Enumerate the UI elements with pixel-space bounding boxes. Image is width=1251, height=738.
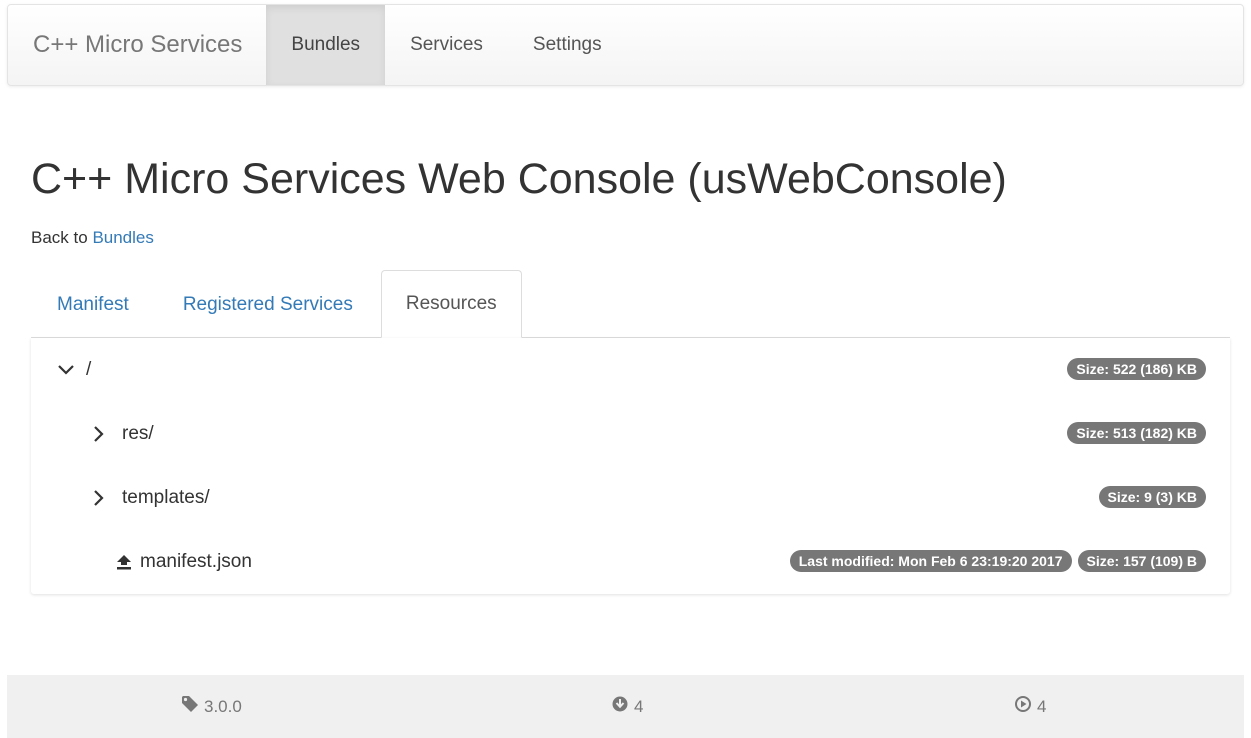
tree-node-name: /	[86, 359, 92, 380]
tree-node-name: res/	[122, 423, 154, 444]
tree-row-manifest-json[interactable]: manifest.json Last modified: Mon Feb 6 2…	[31, 542, 1230, 582]
bundles-count-text: 4	[634, 696, 644, 716]
top-navbar: C++ Micro Services Bundles Services Sett…	[7, 4, 1244, 86]
footer-status-bar: 3.0.0 4 4	[7, 675, 1244, 738]
tree-node-name: manifest.json	[140, 551, 252, 572]
tab-resources[interactable]: Resources	[380, 270, 522, 338]
footer-version: 3.0.0	[181, 675, 242, 738]
nav-item-services[interactable]: Services	[385, 5, 508, 85]
back-breadcrumb: Back to Bundles	[31, 228, 154, 248]
back-to-bundles-link[interactable]: Bundles	[92, 228, 153, 247]
last-modified-badge: Last modified: Mon Feb 6 23:19:20 2017	[789, 550, 1072, 572]
footer-bundles-count: 4	[611, 675, 643, 738]
footer-active-count: 4	[1014, 675, 1046, 738]
page-title: C++ Micro Services Web Console (usWebCon…	[31, 155, 1007, 203]
chevron-right-icon[interactable]	[88, 488, 108, 508]
size-badge: Size: 157 (109) B	[1077, 550, 1206, 572]
tree-row-res[interactable]: res/ Size: 513 (182) KB	[31, 414, 1230, 454]
back-prefix: Back to	[31, 228, 88, 247]
tag-icon	[181, 695, 199, 718]
tab-manifest[interactable]: Manifest	[31, 272, 155, 338]
version-text: 3.0.0	[204, 696, 242, 716]
size-badge: Size: 513 (182) KB	[1067, 422, 1206, 444]
tree-row-root[interactable]: / Size: 522 (186) KB	[31, 350, 1230, 390]
chevron-down-icon[interactable]	[56, 360, 76, 380]
play-circle-icon	[1014, 695, 1032, 718]
tab-registered-services[interactable]: Registered Services	[155, 272, 381, 338]
upload-icon	[114, 552, 134, 572]
tree-node-name: templates/	[122, 487, 210, 508]
nav-item-bundles[interactable]: Bundles	[266, 5, 386, 85]
navbar-brand[interactable]: C++ Micro Services	[8, 5, 266, 85]
chevron-right-icon[interactable]	[88, 424, 108, 444]
active-count-text: 4	[1037, 696, 1047, 716]
download-circle-icon	[611, 695, 629, 718]
tree-row-templates[interactable]: templates/ Size: 9 (3) KB	[31, 478, 1230, 518]
nav-item-settings[interactable]: Settings	[508, 5, 627, 85]
size-badge: Size: 9 (3) KB	[1098, 486, 1206, 508]
bundle-tabs: Manifest Registered Services Resources	[31, 270, 1230, 338]
size-badge: Size: 522 (186) KB	[1067, 358, 1206, 380]
resources-tree-panel: / Size: 522 (186) KB res/ Size: 513 (182…	[31, 338, 1230, 594]
